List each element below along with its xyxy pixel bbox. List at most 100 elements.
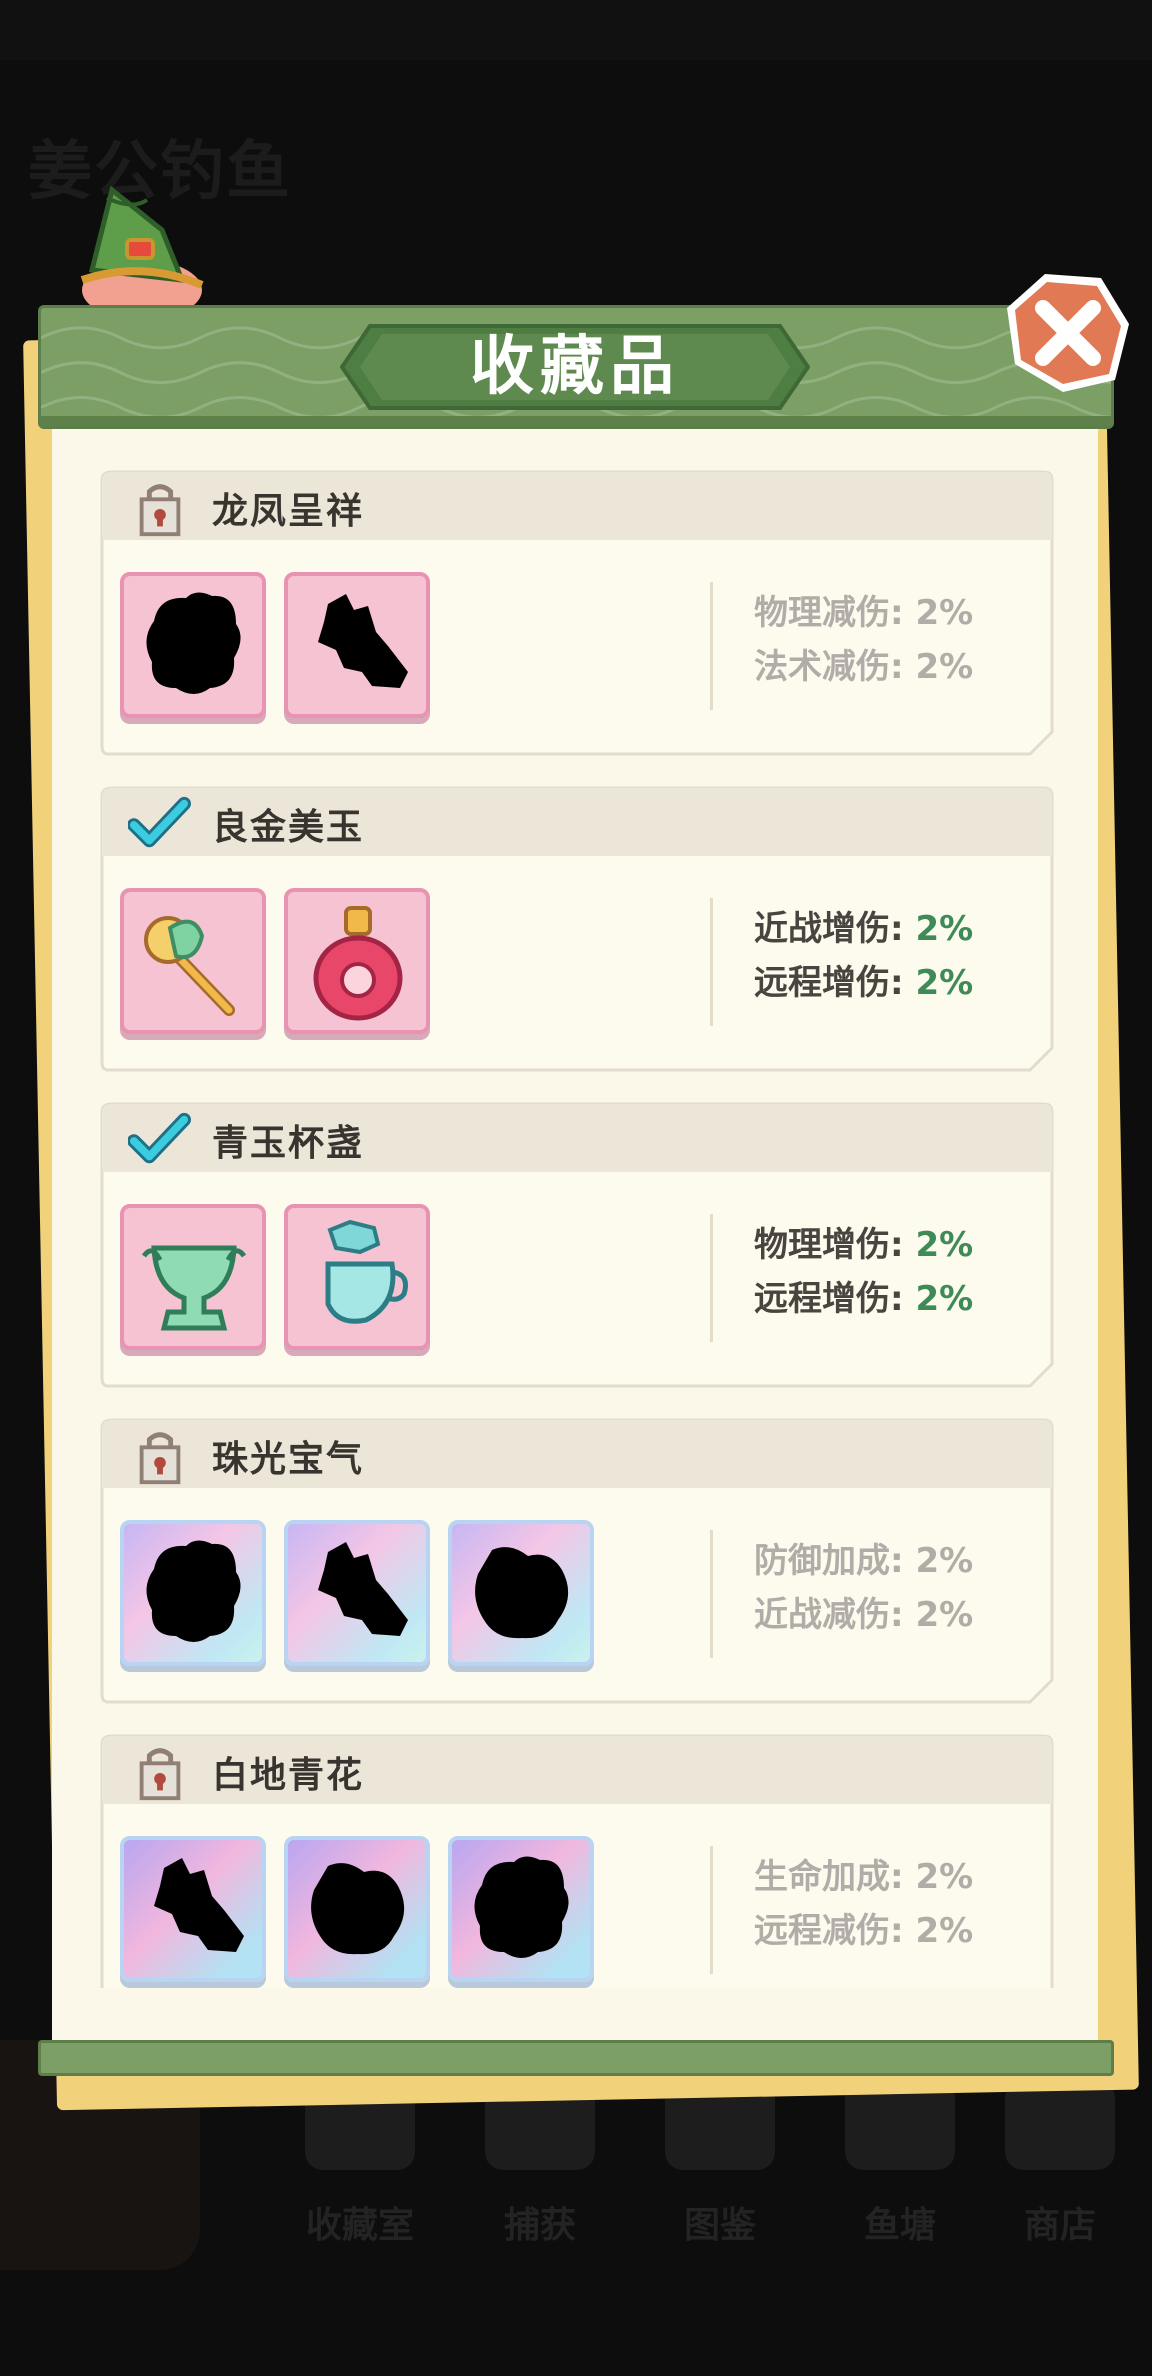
card-header: 珠光宝气 (100, 1418, 1054, 1490)
lock-icon (139, 1432, 181, 1485)
stat-label: 近战增伤: (754, 909, 916, 949)
locked-item-silhouette-icon (475, 1547, 569, 1639)
lock-icon (139, 484, 181, 537)
background-bottom-nav: 收藏室 捕获 图鉴 鱼塘 商店 (300, 2080, 1120, 2260)
stat-value: 2% (915, 593, 974, 633)
stat-value: 2% (915, 647, 974, 687)
collection-card: 珠光宝气 防御加成: 2% 近战减伤: 2% (100, 1418, 1054, 1704)
stat-value: 2% (915, 1225, 974, 1265)
collection-card: 青玉杯盏 物理增伤: 2% 远程增伤: 2% (100, 1102, 1054, 1388)
stat-row: 生命加成: 2% (754, 1850, 1034, 1904)
collection-item-slot[interactable] (284, 888, 430, 1034)
collection-bonus-stats: 近战增伤: 2% 远程增伤: 2% (754, 902, 1034, 1010)
jade-teapot-icon (325, 1219, 408, 1324)
jade-scepter-icon (144, 916, 235, 1016)
stat-row: 远程减伤: 2% (754, 1904, 1034, 1958)
collection-item-slot[interactable] (284, 1204, 430, 1350)
stat-value: 2% (915, 1279, 974, 1319)
stat-label: 法术减伤: (754, 647, 916, 687)
stat-row: 远程增伤: 2% (754, 956, 1034, 1010)
collection-item-slot[interactable] (120, 1204, 266, 1350)
character-hat-icon (80, 185, 204, 310)
collection-items (120, 1836, 600, 1986)
stat-label: 物理增伤: (754, 1225, 916, 1265)
collection-name: 青玉杯盏 (212, 1123, 365, 1164)
collection-items (120, 1204, 600, 1354)
collection-bonus-stats: 物理减伤: 2% 法术减伤: 2% (754, 586, 1034, 694)
locked-item-silhouette-icon (318, 1542, 408, 1636)
stat-label: 远程增伤: (754, 1279, 916, 1319)
collection-name: 良金美玉 (212, 807, 365, 848)
panel-title: 收藏品 (470, 330, 680, 404)
collection-name: 白地青花 (212, 1755, 365, 1796)
collection-item-slot[interactable] (120, 1520, 266, 1666)
card-header: 青玉杯盏 (100, 1102, 1054, 1174)
stat-row: 近战增伤: 2% (754, 902, 1034, 956)
collection-item-slot[interactable] (120, 572, 266, 718)
background-nav-item: 鱼塘 (840, 2080, 960, 2260)
collection-item-slot[interactable] (120, 1836, 266, 1982)
locked-item-silhouette-icon (474, 1856, 569, 1958)
collection-item-slot[interactable] (448, 1520, 594, 1666)
stat-row: 物理减伤: 2% (754, 586, 1034, 640)
stat-label: 远程减伤: (754, 1911, 916, 1951)
stat-label: 近战减伤: (754, 1595, 916, 1635)
stat-label: 远程增伤: (754, 963, 916, 1003)
collection-items (120, 888, 600, 1038)
ruby-pendant-icon (313, 906, 403, 1021)
checkmark-icon (128, 1112, 191, 1164)
collection-item-slot[interactable] (448, 1836, 594, 1982)
stat-row: 远程增伤: 2% (754, 1272, 1034, 1326)
collection-items (120, 572, 600, 722)
collection-name: 龙凤呈祥 (212, 491, 365, 532)
collection-item-slot[interactable] (120, 888, 266, 1034)
stat-row: 法术减伤: 2% (754, 640, 1034, 694)
collection-name: 珠光宝气 (212, 1439, 365, 1480)
stat-value: 2% (915, 909, 974, 949)
collection-item-slot[interactable] (284, 1836, 430, 1982)
collection-card: 白地青花 生命加成: 2% 远程减伤: 2% (100, 1734, 1054, 1988)
card-divider (710, 1530, 713, 1658)
card-divider (710, 1846, 713, 1974)
card-divider (710, 582, 713, 710)
collection-list[interactable]: 龙凤呈祥 物理减伤: 2% 法术减伤: 2% 良金美玉 近战增伤: 2% 远程增伤: 2%… (60, 470, 1060, 1988)
stat-row: 近战减伤: 2% (754, 1588, 1034, 1642)
background-nav-item: 捕获 (480, 2080, 600, 2260)
collection-item-slot[interactable] (284, 572, 430, 718)
locked-item-silhouette-icon (146, 592, 241, 694)
background-nav-item: 图鉴 (660, 2080, 780, 2260)
stat-value: 2% (915, 1857, 974, 1897)
background-top-strip (0, 0, 1152, 60)
card-header: 龙凤呈祥 (100, 470, 1054, 542)
jade-goblet-icon (141, 1245, 247, 1331)
card-header: 白地青花 (100, 1734, 1054, 1806)
collection-bonus-stats: 生命加成: 2% 远程减伤: 2% (754, 1850, 1034, 1958)
stat-label: 生命加成: (754, 1857, 916, 1897)
locked-item-silhouette-icon (146, 1540, 241, 1642)
stat-value: 2% (915, 1541, 974, 1581)
locked-item-silhouette-icon (311, 1863, 405, 1955)
stat-label: 防御加成: (754, 1541, 916, 1581)
collection-card: 龙凤呈祥 物理减伤: 2% 法术减伤: 2% (100, 470, 1054, 756)
collection-item-slot[interactable] (284, 1520, 430, 1666)
panel-footer (38, 2040, 1114, 2076)
stat-row: 防御加成: 2% (754, 1534, 1034, 1588)
background-nav-item: 收藏室 (300, 2080, 420, 2260)
collection-bonus-stats: 物理增伤: 2% 远程增伤: 2% (754, 1218, 1034, 1326)
card-header: 良金美玉 (100, 786, 1054, 858)
card-divider (710, 1214, 713, 1342)
collection-card: 良金美玉 近战增伤: 2% 远程增伤: 2% (100, 786, 1054, 1072)
stat-value: 2% (915, 1595, 974, 1635)
stat-row: 物理增伤: 2% (754, 1218, 1034, 1272)
stat-value: 2% (915, 1911, 974, 1951)
lock-icon (139, 1748, 181, 1801)
checkmark-icon (128, 796, 191, 848)
locked-item-silhouette-icon (154, 1858, 244, 1952)
collection-items (120, 1520, 600, 1670)
collection-bonus-stats: 防御加成: 2% 近战减伤: 2% (754, 1534, 1034, 1642)
locked-item-silhouette-icon (318, 594, 408, 688)
close-button[interactable] (1003, 268, 1133, 398)
background-nav-item: 商店 (1000, 2080, 1120, 2260)
stat-value: 2% (915, 963, 974, 1003)
stat-label: 物理减伤: (754, 593, 916, 633)
